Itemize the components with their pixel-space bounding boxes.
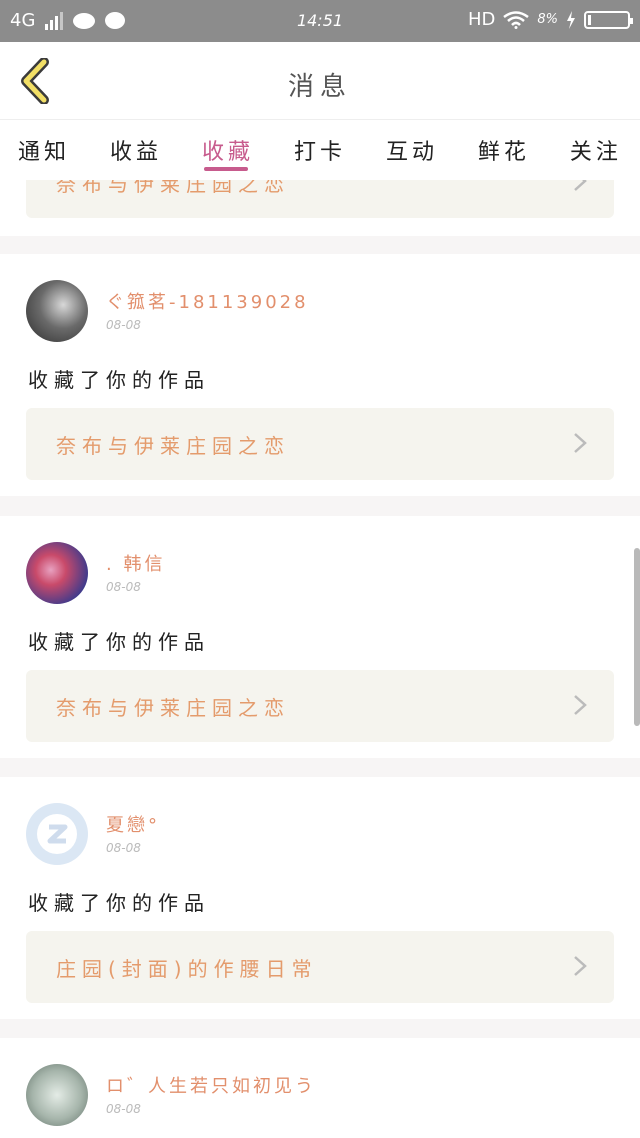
tab-flowers[interactable]: 鲜花 [478,120,530,180]
tab-checkin[interactable]: 打卡 [294,120,346,180]
tab-follows[interactable]: 关注 [570,120,622,180]
work-link[interactable]: 庄园(封面)的作腰日常 [26,931,614,1003]
message-date: 08-08 [106,1102,141,1116]
work-link[interactable]: 奈布与伊莱庄园之恋 [26,408,614,480]
user-name[interactable]: ぐ箛茗-181139028 [106,288,309,314]
work-link[interactable]: 奈布与伊莱庄园之恋 [26,670,614,742]
chevron-right-icon [574,695,587,715]
avatar[interactable] [26,542,88,604]
wifi-icon [503,10,530,29]
work-title: 奈布与伊莱庄园之恋 [56,180,290,196]
tab-interactions[interactable]: 互动 [386,120,438,180]
avatar[interactable] [26,280,88,342]
page-title: 消息 [287,72,352,102]
message-date: 08-08 [106,318,141,332]
work-title: 庄园(封面)的作腰日常 [56,957,318,981]
charging-icon [567,10,575,29]
avatar[interactable] [26,1064,88,1126]
battery-fill [588,14,591,25]
header: 消息 [0,42,640,120]
message-date: 08-08 [106,580,141,594]
work-title: 奈布与伊莱庄园之恋 [56,696,290,720]
user-name[interactable]: . 韩信 [106,550,165,576]
tab-notifications[interactable]: 通知 [18,120,70,180]
chevron-right-icon [574,956,587,976]
action-text: 收藏了你的作品 [28,630,210,654]
work-link[interactable]: 奈布与伊莱庄园之恋 [26,180,614,218]
default-avatar-icon [37,814,77,854]
avatar[interactable] [26,803,88,865]
list-item: 夏戀° 08-08 收藏了你的作品 庄园(封面)的作腰日常 [0,777,640,1019]
user-name[interactable]: ロ゛人生若只如初见う [106,1072,316,1098]
scrollbar[interactable] [634,548,640,726]
battery-percent: 8% [537,12,558,27]
tab-bar: 通知 收益 收藏 打卡 互动 鲜花 关注 [0,120,640,180]
action-text: 收藏了你的作品 [28,368,210,392]
status-right: HD 8% [467,9,633,30]
message-list: 奈布与伊莱庄园之恋 ぐ箛茗-181139028 08-08 收藏了你的作品 奈布… [0,180,640,1138]
status-bar: 4G 14:51 HD 8% [0,0,640,42]
user-name[interactable]: 夏戀° [106,811,160,837]
message-date: 08-08 [106,841,141,855]
list-item: ロ゛人生若只如初见う 08-08 [0,1038,640,1138]
tab-favorites[interactable]: 收藏 [202,120,254,180]
hd-label: HD [467,9,496,30]
tab-earnings[interactable]: 收益 [110,120,162,180]
chevron-right-icon [574,180,587,191]
battery-icon [584,10,633,29]
list-item: . 韩信 08-08 收藏了你的作品 奈布与伊莱庄园之恋 [0,516,640,758]
list-item: ぐ箛茗-181139028 08-08 收藏了你的作品 奈布与伊莱庄园之恋 [0,254,640,496]
action-text: 收藏了你的作品 [28,891,210,915]
list-item: 奈布与伊莱庄园之恋 [0,180,640,236]
chevron-right-icon [574,433,587,453]
work-title: 奈布与伊莱庄园之恋 [56,434,290,458]
